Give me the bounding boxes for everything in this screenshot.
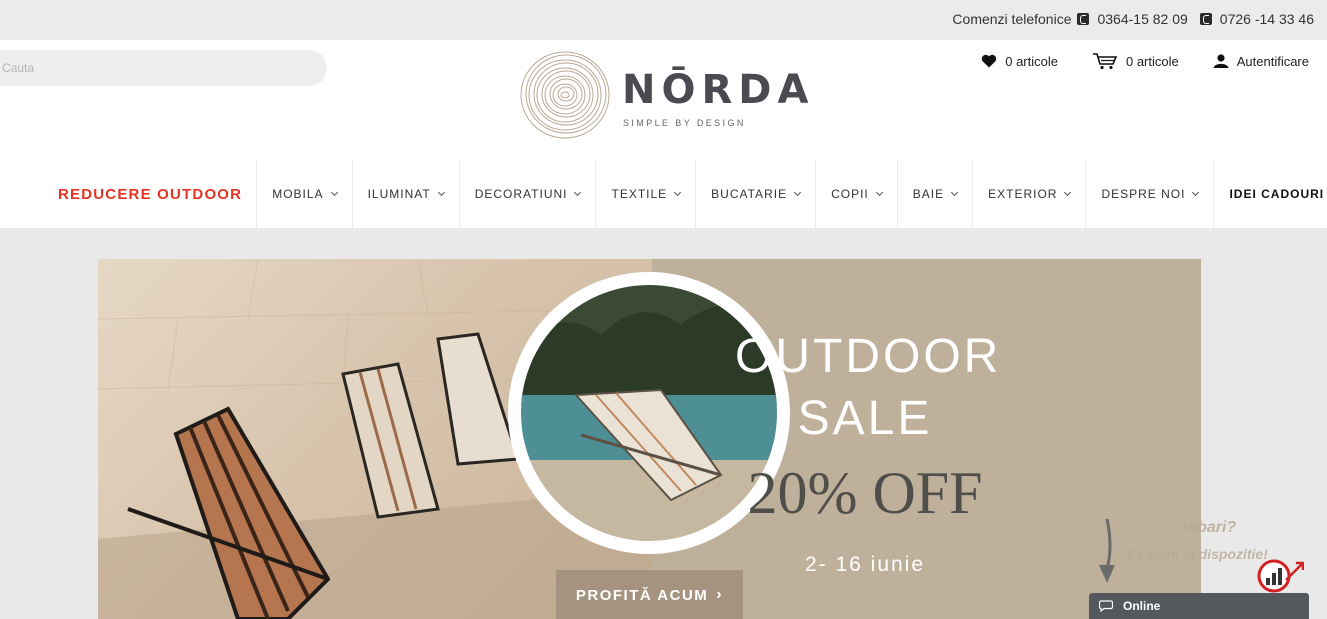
- nav-label: BAIE: [912, 187, 945, 201]
- nav-item-exterior[interactable]: EXTERIOR: [972, 160, 1085, 228]
- phone-number-1[interactable]: 0364-15 82 09: [1097, 11, 1187, 27]
- main-nav: REDUCERE OUTDOOR MOBILA ILUMINAT DECORAT…: [0, 160, 1327, 228]
- site-header: NŌRDA SIMPLE BY DESIGN 0 articole 0 arti…: [0, 40, 1327, 228]
- nav-label: EXTERIOR: [988, 187, 1058, 201]
- nav-label: IDEI CADOURI: [1229, 187, 1325, 201]
- chat-status: Online: [1123, 599, 1161, 613]
- nav-item-decoratiuni[interactable]: DECORATIUNI: [458, 160, 596, 228]
- chevron-down-icon: [951, 188, 959, 197]
- wishlist-button[interactable]: 0 articole: [981, 54, 1058, 69]
- chat-subtitle: Va stam la dispozitie!: [1126, 546, 1268, 562]
- chevron-down-icon: [1064, 188, 1072, 197]
- nav-label: TEXTILE: [611, 187, 668, 201]
- nav-label: DESPRE NOI: [1101, 187, 1186, 201]
- nav-item-despre-noi[interactable]: DESPRE NOI: [1085, 160, 1213, 228]
- nav-label: COPII: [831, 187, 869, 201]
- order-by-phone-label: Comenzi telefonice: [952, 11, 1072, 27]
- promo-dates: 2- 16 iunie: [804, 553, 926, 576]
- arrow-down-icon: [1099, 518, 1115, 583]
- user-icon: [1213, 54, 1229, 68]
- promo-discount: 20% OFF: [747, 460, 983, 526]
- cart-count: 0 articole: [1125, 53, 1179, 69]
- search-input[interactable]: [0, 50, 327, 86]
- nav-label: REDUCERE OUTDOOR: [58, 185, 243, 203]
- nav-label: BUCATARIE: [711, 187, 788, 201]
- chevron-down-icon: [674, 188, 682, 197]
- phone-number-2[interactable]: 0726 -14 33 46: [1220, 11, 1314, 27]
- chevron-down-icon: [574, 188, 582, 197]
- nav-item-reducere-outdoor[interactable]: REDUCERE OUTDOOR: [0, 160, 256, 228]
- profit-now-button[interactable]: PROFITĂ ACUM ›: [556, 570, 743, 619]
- chevron-down-icon: [330, 188, 338, 197]
- nav-label: MOBILA: [272, 187, 324, 201]
- chevron-down-icon: [1192, 188, 1200, 197]
- chat-bubble-icon: [1099, 600, 1113, 612]
- stats-badge-icon[interactable]: [1256, 558, 1304, 594]
- chevron-right-icon: ›: [716, 586, 724, 603]
- nav-label: DECORATIUNI: [474, 187, 568, 201]
- nav-item-iluminat[interactable]: ILUMINAT: [351, 160, 459, 228]
- chevron-down-icon: [794, 188, 802, 197]
- login-button[interactable]: Autentificare: [1213, 54, 1309, 69]
- promo-title-line2: SALE: [797, 392, 933, 445]
- nav-item-copii[interactable]: COPII: [815, 160, 897, 228]
- logo-wordmark: NŌRDA: [622, 67, 815, 113]
- cart-icon: [1092, 53, 1118, 70]
- wishlist-count: 0 articole: [1005, 53, 1058, 69]
- live-chat-bar[interactable]: Online: [1089, 593, 1309, 619]
- chevron-down-icon: [437, 188, 445, 197]
- top-bar: Comenzi telefonice 0364-15 82 09 0726 -1…: [0, 0, 1327, 40]
- cta-label: PROFITĂ ACUM: [575, 586, 709, 604]
- phone-icon: [1199, 13, 1212, 25]
- nav-item-mobila[interactable]: MOBILA: [256, 160, 351, 228]
- promo-title-line1: OUTDOOR: [735, 330, 1002, 383]
- tree-rings-logo-icon: [520, 51, 610, 139]
- phone-contacts: Comenzi telefonice 0364-15 82 09 0726 -1…: [952, 11, 1314, 27]
- nav-item-idei-cadouri[interactable]: IDEI CADOURI: [1213, 160, 1327, 228]
- header-actions: 0 articole 0 articole Autentificare: [981, 52, 1309, 70]
- chat-question: rebari?: [1182, 519, 1237, 536]
- site-logo[interactable]: NŌRDA SIMPLE BY DESIGN: [519, 50, 808, 140]
- chevron-down-icon: [875, 188, 883, 197]
- nav-item-bucatarie[interactable]: BUCATARIE: [695, 160, 815, 228]
- cart-button[interactable]: 0 articole: [1092, 52, 1179, 70]
- nav-item-baie[interactable]: BAIE: [896, 160, 972, 228]
- promo-banner[interactable]: OUTDOOR SALE 20% OFF 2- 16 iunie PROFITĂ…: [98, 259, 1201, 619]
- nav-item-textile[interactable]: TEXTILE: [595, 160, 695, 228]
- nav-label: ILUMINAT: [367, 187, 431, 201]
- logo-tagline: SIMPLE BY DESIGN: [623, 118, 746, 128]
- heart-icon: [982, 54, 997, 68]
- login-label: Autentificare: [1236, 53, 1309, 69]
- phone-icon: [1077, 13, 1090, 25]
